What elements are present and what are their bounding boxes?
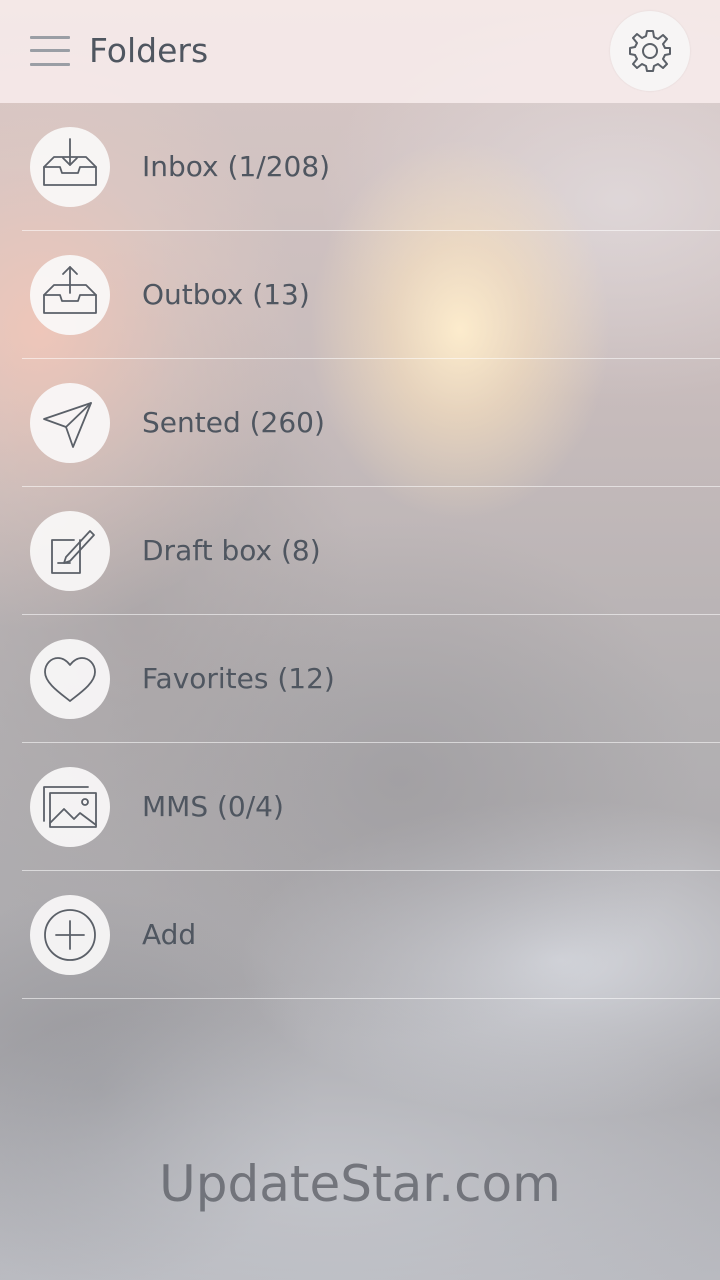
folder-list: Inbox (1/208) Outbox (13) Sented (260) D… (0, 103, 720, 999)
heart-icon (44, 657, 96, 702)
compose-edit-icon (51, 530, 95, 574)
paper-plane-icon (43, 402, 92, 448)
folder-item-favorites[interactable]: Favorites (12) (0, 615, 720, 743)
add-icon-badge (30, 895, 110, 975)
folder-item-mms[interactable]: MMS (0/4) (0, 743, 720, 871)
folder-label-inbox: Inbox (1/208) (142, 150, 331, 183)
inbox-icon-badge (30, 127, 110, 207)
settings-button[interactable] (610, 11, 690, 91)
plus-circle-icon (44, 909, 96, 961)
outbox-icon-badge (30, 255, 110, 335)
outbox-upload-icon (43, 266, 97, 314)
folder-item-outbox[interactable]: Outbox (13) (0, 231, 720, 359)
folder-item-sented[interactable]: Sented (260) (0, 359, 720, 487)
inbox-download-icon (43, 138, 97, 186)
watermark-text: UpdateStar.com (159, 1155, 561, 1213)
folder-item-inbox[interactable]: Inbox (1/208) (0, 103, 720, 231)
hamburger-menu-icon[interactable] (30, 36, 70, 66)
favorites-icon-badge (30, 639, 110, 719)
folder-label-outbox: Outbox (13) (142, 278, 310, 311)
folder-label-mms: MMS (0/4) (142, 790, 284, 823)
folder-label-draft-box: Draft box (8) (142, 534, 321, 567)
sented-icon-badge (30, 383, 110, 463)
folder-label-favorites: Favorites (12) (142, 662, 335, 695)
divider (22, 998, 720, 999)
page-title: Folders (89, 31, 209, 70)
folder-item-draft-box[interactable]: Draft box (8) (0, 487, 720, 615)
top-bar: Folders (0, 0, 720, 103)
add-folder-label: Add (142, 918, 197, 951)
gear-icon (629, 30, 671, 72)
draft-icon-badge (30, 511, 110, 591)
mms-icon-badge (30, 767, 110, 847)
images-icon (43, 786, 97, 828)
folder-label-sented: Sented (260) (142, 406, 325, 439)
folder-item-add[interactable]: Add (0, 871, 720, 999)
